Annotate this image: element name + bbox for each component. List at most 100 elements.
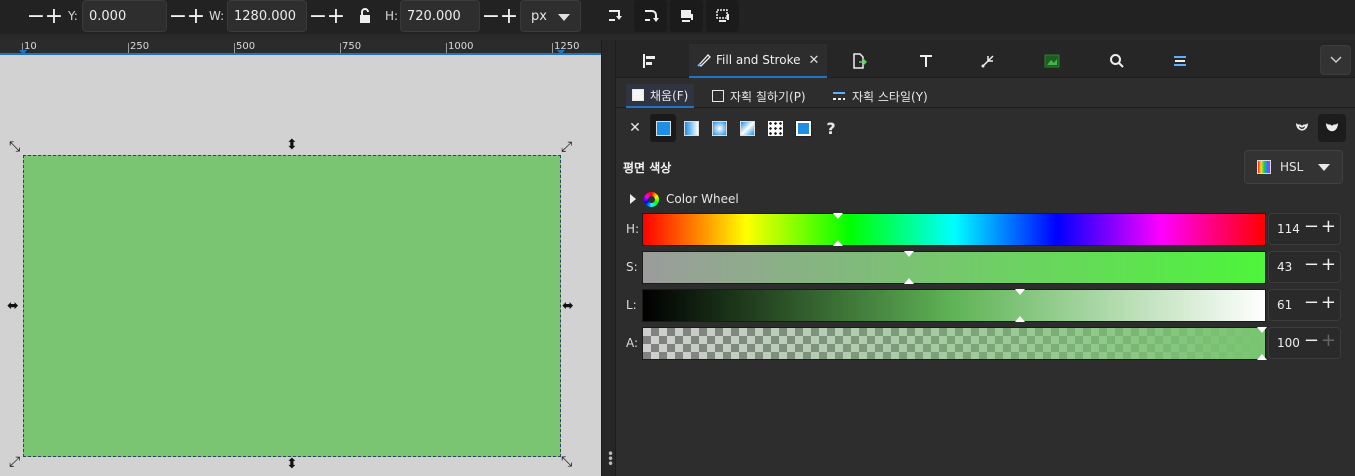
hue-slider[interactable] — [642, 213, 1266, 246]
hue-decrement-button[interactable]: − — [1304, 216, 1321, 237]
lightness-input[interactable]: 61 −+ — [1268, 289, 1341, 321]
panel-splitter[interactable]: • • • — [601, 40, 616, 476]
alpha-slider-thumb-bottom[interactable] — [1257, 354, 1267, 360]
h-input[interactable]: 720.000 — [400, 0, 480, 32]
y-decrement-button[interactable]: − — [168, 0, 188, 32]
color-wheel-expander[interactable]: Color Wheel — [630, 190, 739, 208]
object-properties-tab[interactable] — [638, 44, 660, 78]
scale-corners-icon[interactable] — [634, 0, 667, 32]
ruler-tick — [128, 43, 129, 53]
scale-stroke-icon[interactable] — [598, 0, 631, 32]
y-increment-button[interactable]: + — [186, 0, 206, 32]
lock-icon[interactable] — [352, 0, 378, 32]
saturation-slider-thumb-bottom[interactable] — [904, 278, 914, 284]
swatch-icon — [794, 119, 812, 137]
saturation-slider[interactable] — [642, 251, 1266, 284]
image-icon — [1044, 54, 1060, 68]
lightness-slider-thumb-bottom[interactable] — [1015, 316, 1025, 322]
w-decrement-button[interactable]: − — [308, 0, 328, 32]
unit-select[interactable]: px — [520, 0, 581, 32]
tab-stroke-paint-label: 자획 칠하기(P) — [730, 89, 806, 104]
mesh-gradient-button[interactable] — [734, 114, 760, 142]
hue-slider-thumb-bottom[interactable] — [833, 240, 843, 246]
selected-rectangle[interactable] — [23, 155, 561, 457]
text-tab[interactable] — [914, 44, 938, 78]
ruler-tick — [234, 43, 235, 53]
no-paint-button[interactable]: ✕ — [622, 114, 648, 142]
hue-increment-button[interactable]: + — [1321, 216, 1338, 237]
flat-color-icon — [655, 120, 671, 136]
w-input[interactable]: 1280.000 — [227, 0, 307, 32]
saturation-increment-button[interactable]: + — [1321, 254, 1338, 275]
resize-handle-top-right-icon[interactable]: ⤢ — [561, 140, 572, 154]
alpha-decrement-button[interactable]: − — [1304, 330, 1321, 351]
mesh-gradient-icon — [739, 120, 755, 136]
radial-gradient-button[interactable] — [706, 114, 732, 142]
hue-slider-thumb-top[interactable] — [833, 213, 843, 219]
fill-stroke-subtabs: 채움(F) 자획 칠하기(P) 자획 스타일(Y) — [616, 84, 1355, 108]
resize-handle-bottom-right-icon[interactable]: ⤡ — [561, 455, 572, 469]
saturation-input[interactable]: 43 −+ — [1268, 251, 1341, 283]
resize-handle-top-left-icon[interactable]: ⤡ — [9, 140, 20, 154]
export-tab[interactable] — [847, 44, 871, 78]
saturation-decrement-button[interactable]: − — [1304, 254, 1321, 275]
close-icon[interactable]: ✕ — [808, 53, 819, 68]
lightness-decrement-button[interactable]: − — [1304, 292, 1321, 313]
h-increment-button[interactable]: + — [499, 0, 519, 32]
tab-fill[interactable]: 채움(F) — [626, 84, 695, 108]
alpha-slider[interactable] — [642, 327, 1267, 360]
lightness-value: 61 — [1277, 298, 1293, 312]
resize-handle-top-icon[interactable]: ⬍ — [286, 138, 298, 152]
fill-rule-evenodd-button[interactable] — [1288, 114, 1316, 142]
tool-controls-bar: − + Y: 0.000 − + W: 1280.000 − + H: 720.… — [0, 0, 1355, 34]
resize-handle-bottom-icon[interactable]: ⬍ — [286, 457, 298, 471]
swatch-button[interactable] — [790, 114, 816, 142]
flat-color-button[interactable] — [650, 114, 676, 142]
tab-stroke-style[interactable]: 자획 스타일(Y) — [832, 84, 928, 108]
search-icon — [1110, 54, 1124, 68]
hue-value: 114 — [1277, 222, 1300, 236]
stroke-style-icon — [833, 92, 845, 100]
alpha-stepper[interactable]: −+ — [1304, 330, 1338, 351]
lightness-slider[interactable] — [642, 289, 1266, 322]
lightness-stepper[interactable]: −+ — [1304, 292, 1338, 313]
fill-rule-nonzero-button[interactable] — [1318, 114, 1346, 142]
transform-patterns-icon[interactable] — [706, 0, 739, 32]
layers-tab[interactable] — [1168, 44, 1192, 78]
h-decrement-button[interactable]: − — [481, 0, 501, 32]
text-icon — [920, 55, 932, 67]
canvas[interactable]: 10 250 500 750 1000 1250 ⤡ ⬍ ⤢ ⬌ ⬌ ⤢ ⬍ ⤡ — [0, 40, 601, 476]
alpha-input[interactable]: 100 −+ — [1268, 327, 1341, 359]
linear-gradient-button[interactable] — [678, 114, 704, 142]
x-increment-button[interactable]: + — [44, 0, 64, 32]
tab-fill-and-stroke[interactable]: Fill and Stroke ✕ — [689, 44, 828, 78]
tab-stroke-paint[interactable]: 자획 칠하기(P) — [712, 84, 806, 108]
lightness-slider-thumb-top[interactable] — [1015, 289, 1025, 295]
color-mode-select[interactable]: HSL — [1244, 150, 1343, 184]
transform-gradients-icon[interactable] — [670, 0, 703, 32]
alpha-slider-thumb-top[interactable] — [1257, 327, 1267, 333]
pattern-button[interactable] — [762, 114, 788, 142]
drag-handle-icon[interactable]: • • • — [607, 448, 614, 470]
hue-input[interactable]: 114 −+ — [1268, 213, 1341, 245]
ruler-label: 1000 — [448, 41, 474, 52]
y-input[interactable]: 0.000 — [82, 0, 167, 32]
layers-icon — [1174, 56, 1186, 66]
resize-handle-right-icon[interactable]: ⬌ — [562, 299, 574, 313]
horizontal-ruler[interactable]: 10 250 500 750 1000 1250 — [0, 40, 601, 55]
resize-handle-left-icon[interactable]: ⬌ — [7, 299, 19, 313]
x-decrement-button[interactable]: − — [26, 0, 46, 32]
image-tab[interactable] — [1040, 44, 1064, 78]
saturation-slider-row: S: 43 −+ — [616, 249, 1355, 285]
unset-paint-button[interactable]: ? — [818, 114, 844, 142]
dock-menu-button[interactable] — [1320, 45, 1351, 75]
lightness-increment-button[interactable]: + — [1321, 292, 1338, 313]
y-label: Y: — [68, 9, 78, 23]
find-tab[interactable] — [1105, 44, 1129, 78]
resize-handle-bottom-left-icon[interactable]: ⤢ — [9, 455, 20, 469]
saturation-slider-thumb-top[interactable] — [904, 251, 914, 257]
xml-editor-tab[interactable] — [976, 44, 1000, 78]
w-increment-button[interactable]: + — [326, 0, 346, 32]
hue-stepper[interactable]: −+ — [1304, 216, 1338, 237]
saturation-stepper[interactable]: −+ — [1304, 254, 1338, 275]
